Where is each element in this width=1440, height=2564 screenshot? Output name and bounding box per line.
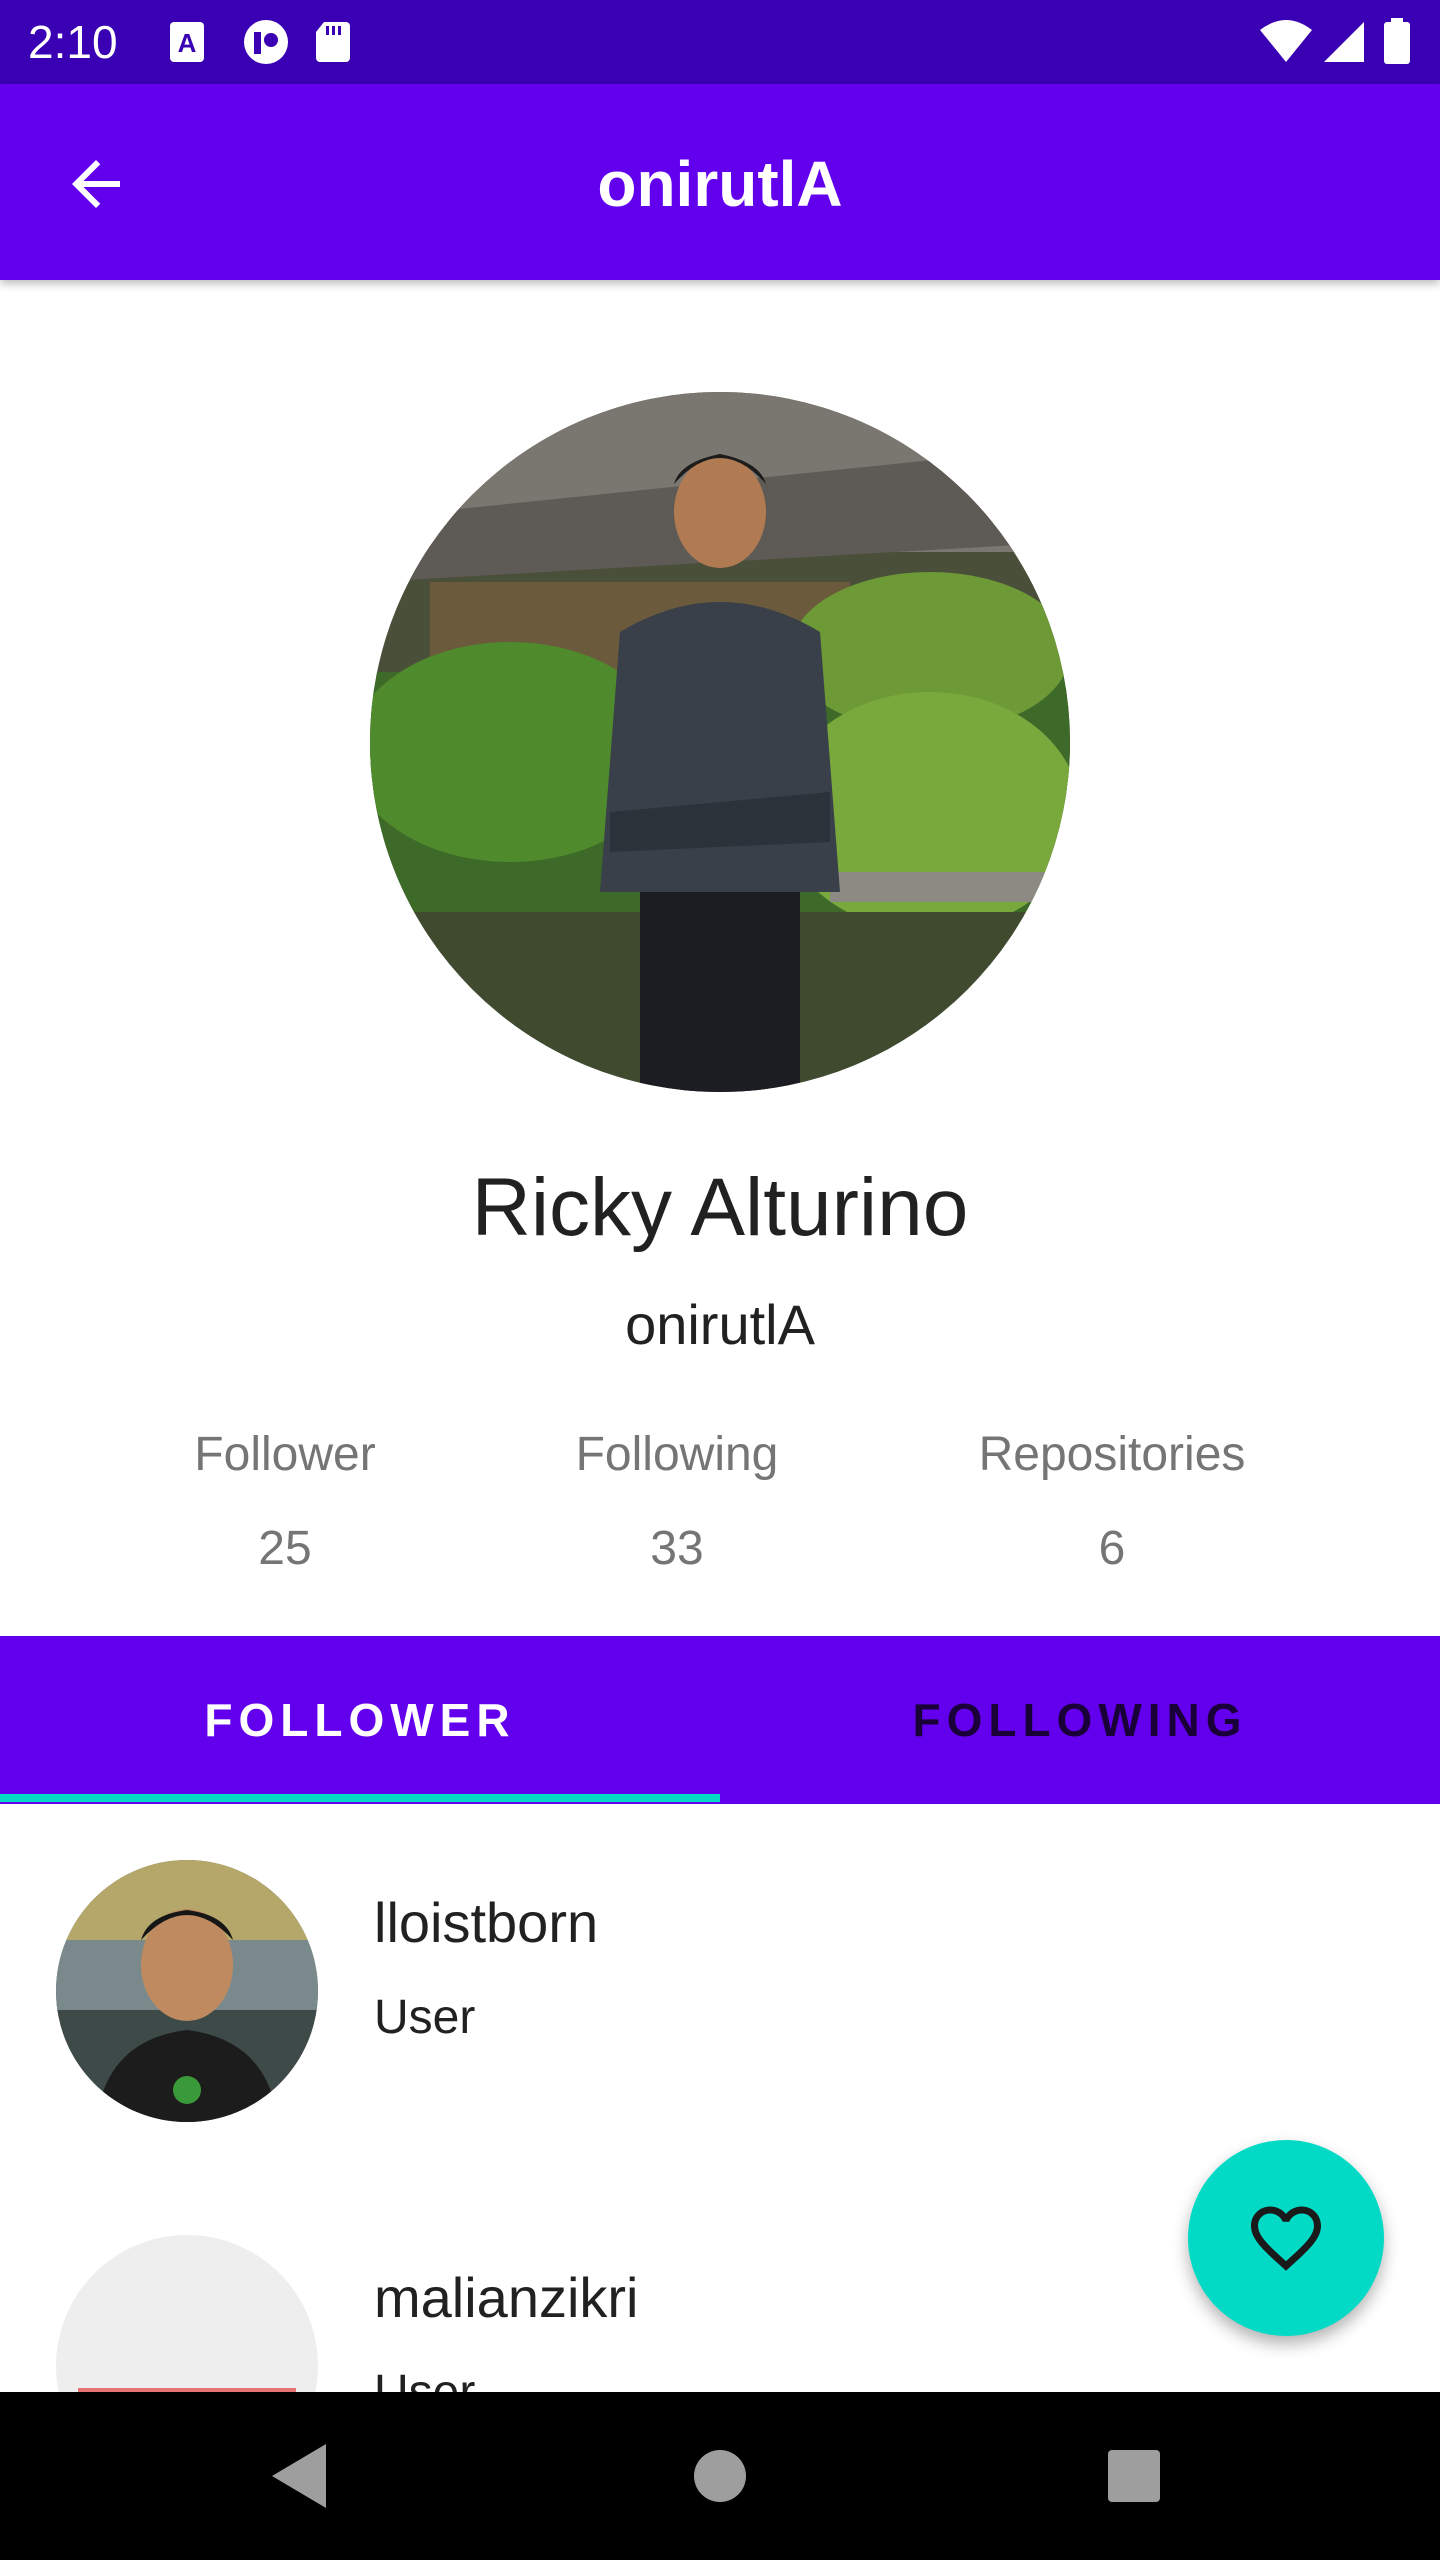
- tab-bar: FOLLOWER FOLLOWING: [0, 1636, 1440, 1804]
- wifi-icon: [1260, 20, 1312, 62]
- tab-following[interactable]: FOLLOWING: [720, 1636, 1440, 1804]
- favorite-button[interactable]: [1188, 2140, 1384, 2336]
- system-nav-bar: [0, 2392, 1440, 2560]
- triangle-back-icon: [272, 2444, 326, 2508]
- signal-icon: [1324, 22, 1364, 62]
- tab-follower[interactable]: FOLLOWER: [0, 1636, 720, 1804]
- stat-follower: Follower 25: [85, 1420, 485, 1584]
- stat-following: Following 33: [477, 1420, 877, 1584]
- tab-indicator: [0, 1794, 720, 1802]
- heart-outline-icon: [1251, 2206, 1321, 2271]
- stat-value: 33: [650, 1522, 704, 1575]
- sd-card-icon: [316, 22, 350, 62]
- user-login: lloistborn: [374, 1891, 599, 1954]
- profile-username: onirutlA: [625, 1293, 815, 1356]
- status-bar: 2:10 A: [0, 0, 1440, 84]
- user-avatar: [56, 1860, 318, 2122]
- user-type: User: [374, 2361, 475, 2392]
- stat-repositories: Repositories 6: [912, 1420, 1312, 1584]
- nav-home-button[interactable]: [620, 2392, 820, 2560]
- stat-label: Follower: [194, 1428, 376, 1481]
- profile-avatar: [370, 392, 1070, 1092]
- square-recents-icon: [1108, 2450, 1160, 2502]
- stat-label: Following: [575, 1428, 779, 1481]
- battery-icon: [1384, 22, 1410, 64]
- profile-name: Ricky Alturino: [471, 1162, 969, 1253]
- app-badge-icon: [244, 20, 288, 64]
- stat-value: 6: [1098, 1522, 1126, 1575]
- stat-value: 25: [258, 1522, 312, 1575]
- circle-home-icon: [694, 2450, 746, 2502]
- status-time: 2:10: [28, 16, 118, 68]
- app-bar-title: onirutlA: [597, 148, 843, 220]
- status-left-icons: A: [168, 18, 408, 72]
- user-login: malianzikri: [374, 2266, 639, 2329]
- status-right-icons: [1258, 16, 1418, 72]
- user-type: User: [374, 1991, 476, 2044]
- keyboard-a-icon: A: [170, 22, 204, 62]
- stat-label: Repositories: [978, 1428, 1246, 1481]
- nav-back-button[interactable]: [200, 2392, 400, 2560]
- svg-text:A: A: [178, 28, 197, 58]
- app-bar: onirutlA: [0, 84, 1440, 280]
- nav-recents-button[interactable]: [1034, 2392, 1234, 2560]
- user-avatar: [56, 2235, 318, 2392]
